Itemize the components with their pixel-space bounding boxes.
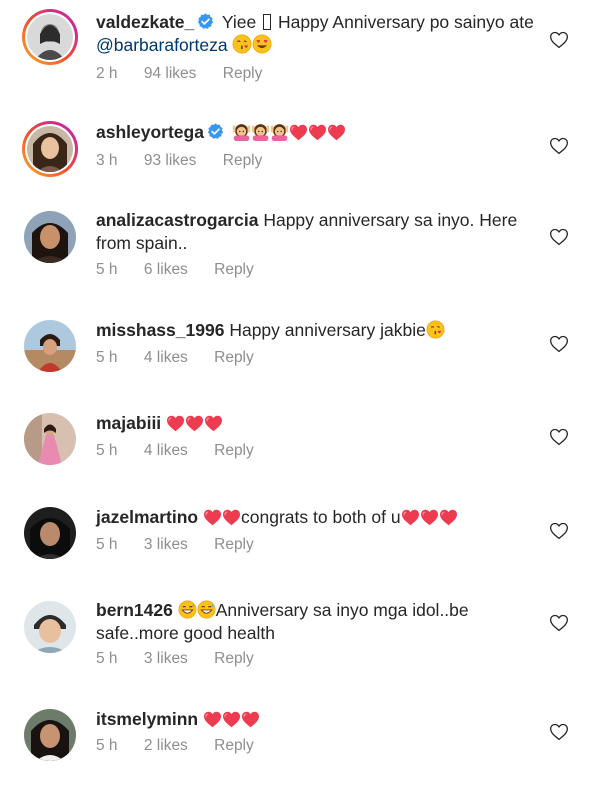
like-heart-icon[interactable] <box>549 614 569 632</box>
username[interactable]: majabiii <box>96 413 161 433</box>
reply-button[interactable]: Reply <box>214 442 254 459</box>
red-heart-icon <box>420 509 439 526</box>
comment-meta: 5 h 2 likes Reply <box>96 737 276 755</box>
username[interactable]: bern1426 <box>96 600 173 620</box>
like-heart-icon[interactable] <box>549 228 569 246</box>
timestamp: 5 h <box>96 442 118 459</box>
like-heart-icon[interactable] <box>549 723 569 741</box>
likes-count[interactable]: 3 likes <box>144 650 188 667</box>
grinning-sweat-face-icon <box>178 600 197 619</box>
username[interactable]: ashleyortega <box>96 122 204 142</box>
mention-link[interactable]: @barbaraforteza <box>96 35 228 55</box>
comment-body: valdezkate_ Yiee Happy Anniversary po sa… <box>96 11 536 57</box>
red-heart-icon <box>241 711 260 728</box>
comment-text: Yiee <box>221 12 257 32</box>
verified-badge-icon <box>197 13 214 30</box>
likes-count[interactable]: 94 likes <box>144 65 197 82</box>
comment-body: misshass_1996 Happy anniversary jakbie <box>96 319 536 342</box>
heart-eyes-face-icon <box>252 34 272 54</box>
verified-badge-icon <box>207 123 224 140</box>
reply-button[interactable]: Reply <box>214 737 254 754</box>
red-heart-icon <box>289 124 308 141</box>
reply-button[interactable]: Reply <box>214 650 254 667</box>
comment-text: congrats to both of u <box>241 507 401 527</box>
like-heart-icon[interactable] <box>549 137 569 155</box>
username[interactable]: analizacastrogarcia <box>96 210 258 230</box>
grinning-sweat-face-icon <box>197 600 216 619</box>
username[interactable]: jazelmartino <box>96 507 198 527</box>
comment-body: ashleyortega <box>96 121 536 144</box>
timestamp: 5 h <box>96 536 118 553</box>
timestamp: 5 h <box>96 737 118 754</box>
kissing-face-icon <box>232 34 252 54</box>
comment-meta: 3 h 93 likes Reply <box>96 152 284 170</box>
avatar[interactable] <box>22 707 78 763</box>
red-heart-icon <box>222 711 241 728</box>
girl-raising-hands-icon <box>232 122 251 141</box>
avatar[interactable] <box>22 209 78 265</box>
avatar[interactable] <box>22 318 78 374</box>
likes-count[interactable]: 93 likes <box>144 152 197 169</box>
comment-meta: 2 h 94 likes Reply <box>96 65 284 83</box>
reply-button[interactable]: Reply <box>223 65 263 82</box>
comment-text: Happy anniversary jakbie <box>229 320 426 340</box>
comment-body: bern1426 Anniversary sa inyo mga idol..b… <box>96 599 536 645</box>
likes-count[interactable]: 2 likes <box>144 737 188 754</box>
timestamp: 3 h <box>96 152 118 169</box>
red-heart-icon <box>327 124 346 141</box>
avatar[interactable] <box>22 599 78 655</box>
comment-body: itsmelyminn <box>96 708 536 731</box>
comment-meta: 5 h 3 likes Reply <box>96 650 276 668</box>
comment-meta: 5 h 3 likes Reply <box>96 536 276 554</box>
comment-meta: 5 h 4 likes Reply <box>96 442 276 460</box>
like-heart-icon[interactable] <box>549 335 569 353</box>
red-heart-icon <box>308 124 327 141</box>
username[interactable]: valdezkate_ <box>96 12 194 32</box>
reply-button[interactable]: Reply <box>214 261 254 278</box>
timestamp: 2 h <box>96 65 118 82</box>
red-heart-icon <box>185 415 204 432</box>
comment-meta: 5 h 6 likes Reply <box>96 261 276 279</box>
red-heart-icon <box>166 415 185 432</box>
red-heart-icon <box>401 509 420 526</box>
likes-count[interactable]: 4 likes <box>144 442 188 459</box>
comment-text: Happy Anniversary po sainyo ate <box>277 12 534 32</box>
like-heart-icon[interactable] <box>549 522 569 540</box>
timestamp: 5 h <box>96 349 118 366</box>
likes-count[interactable]: 3 likes <box>144 536 188 553</box>
avatar[interactable] <box>22 411 78 467</box>
kissing-face-icon <box>426 320 445 339</box>
missing-glyph-icon <box>263 14 272 30</box>
red-heart-icon <box>222 509 241 526</box>
avatar[interactable] <box>22 9 78 65</box>
reply-button[interactable]: Reply <box>214 536 254 553</box>
red-heart-icon <box>203 509 222 526</box>
reply-button[interactable]: Reply <box>214 349 254 366</box>
reply-button[interactable]: Reply <box>223 152 263 169</box>
avatar[interactable] <box>22 505 78 561</box>
comment-body: majabiii <box>96 412 536 435</box>
like-heart-icon[interactable] <box>549 31 569 49</box>
like-heart-icon[interactable] <box>549 428 569 446</box>
girl-raising-hands-icon <box>251 122 270 141</box>
likes-count[interactable]: 6 likes <box>144 261 188 278</box>
comment-body: jazelmartino congrats to both of u <box>96 506 536 529</box>
timestamp: 5 h <box>96 261 118 278</box>
red-heart-icon <box>204 415 223 432</box>
avatar[interactable] <box>22 121 78 177</box>
likes-count[interactable]: 4 likes <box>144 349 188 366</box>
username[interactable]: itsmelyminn <box>96 709 198 729</box>
red-heart-icon <box>203 711 222 728</box>
comment-body: analizacastrogarcia Happy anniversary sa… <box>96 209 536 255</box>
comment-meta: 5 h 4 likes Reply <box>96 349 276 367</box>
timestamp: 5 h <box>96 650 118 667</box>
red-heart-icon <box>439 509 458 526</box>
username[interactable]: misshass_1996 <box>96 320 224 340</box>
girl-raising-hands-icon <box>270 122 289 141</box>
